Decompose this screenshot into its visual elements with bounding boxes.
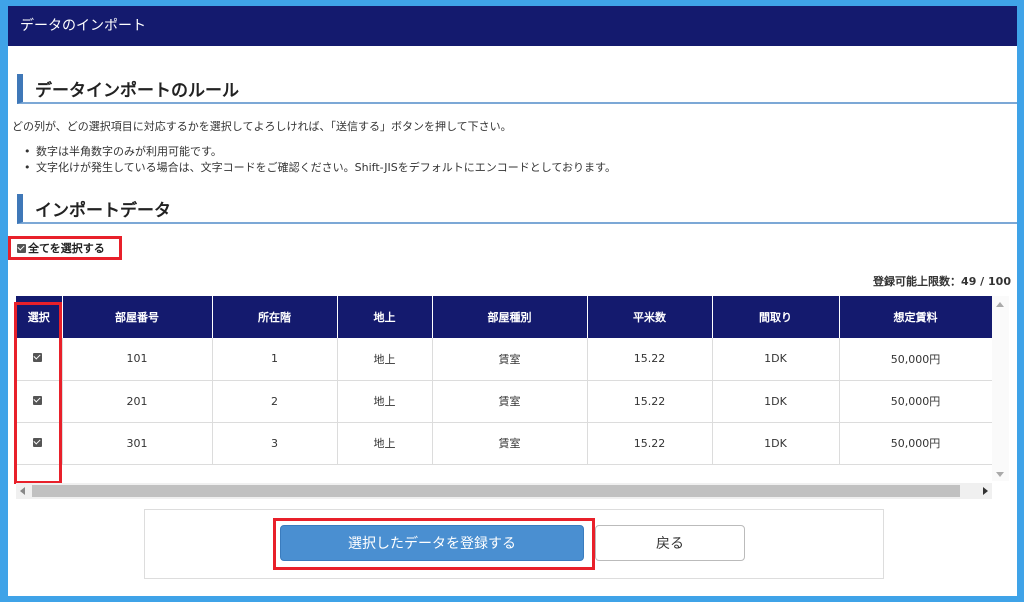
cell-area: 15.22: [587, 338, 713, 381]
rules-intro: どの列が、どの選択項目に対応するかを選択してよろしければ、「送信する」ボタンを押…: [12, 120, 512, 133]
cell-floor: 1: [212, 338, 338, 381]
table-header-row: 選択 部屋番号 所在階 地上 部屋種別 平米数 間取り 想定賃料: [16, 296, 992, 338]
column-header-layout: 間取り: [712, 296, 840, 338]
cell-ground: 地上: [337, 422, 433, 465]
cell-rent: 50,000円: [839, 338, 992, 381]
rules-list-item: 数字は半角数字のみが利用可能です。: [24, 144, 616, 160]
vertical-scrollbar[interactable]: [992, 296, 1009, 481]
horizontal-scrollbar[interactable]: [16, 483, 992, 499]
scroll-down-icon[interactable]: [996, 472, 1004, 477]
rules-list-item: 文字化けが発生している場合は、文字コードをご確認ください。Shift-JISをデ…: [24, 160, 616, 176]
import-table-container: 選択 部屋番号 所在階 地上 部屋種別 平米数 間取り 想定賃料 101 1 地…: [16, 296, 992, 483]
checkbox-checked-icon[interactable]: [33, 437, 43, 447]
cell-rent: 50,000円: [839, 422, 992, 465]
column-header-ground: 地上: [337, 296, 433, 338]
row-select-cell[interactable]: [16, 380, 63, 423]
table-row: 101 1 地上 賃室 15.22 1DK 50,000円: [16, 338, 992, 381]
scrollbar-thumb[interactable]: [32, 485, 960, 497]
column-header-area: 平米数: [587, 296, 713, 338]
cell-room-number: 101: [62, 338, 213, 381]
cell-ground: 地上: [337, 338, 433, 381]
import-window: データのインポート データインポートのルール どの列が、どの選択項目に対応するか…: [8, 6, 1017, 596]
rules-list: 数字は半角数字のみが利用可能です。 文字化けが発生している場合は、文字コードをご…: [24, 144, 616, 176]
select-all-label: 全てを選択する: [28, 242, 105, 255]
action-panel: 選択したデータを登録する 戻る: [144, 509, 884, 579]
table-row: 301 3 地上 賃室 15.22 1DK 50,000円: [16, 422, 992, 465]
row-select-cell[interactable]: [16, 422, 63, 465]
import-heading-text: インポートデータ: [35, 201, 171, 221]
cell-ground: 地上: [337, 380, 433, 423]
checkbox-checked-icon[interactable]: [17, 243, 26, 253]
cell-rent: 50,000円: [839, 380, 992, 423]
registration-limit: 登録可能上限数：49 / 100: [873, 275, 1011, 288]
column-header-rent: 想定賃料: [839, 296, 992, 338]
row-select-cell[interactable]: [16, 338, 63, 381]
rules-section-heading: データインポートのルール: [17, 74, 1017, 104]
column-header-select: 選択: [16, 296, 63, 338]
register-selected-button[interactable]: 選択したデータを登録する: [280, 525, 584, 561]
back-button[interactable]: 戻る: [595, 525, 745, 561]
cell-room-number: 301: [62, 422, 213, 465]
checkbox-checked-icon[interactable]: [33, 353, 43, 363]
cell-area: 15.22: [587, 422, 713, 465]
column-header-room-number: 部屋番号: [62, 296, 213, 338]
cell-floor: 2: [212, 380, 338, 423]
import-table: 選択 部屋番号 所在階 地上 部屋種別 平米数 間取り 想定賃料 101 1 地…: [16, 296, 992, 465]
cell-layout: 1DK: [712, 422, 840, 465]
cell-floor: 3: [212, 422, 338, 465]
page-title: データのインポート: [8, 6, 1017, 46]
rules-heading-text: データインポートのルール: [35, 81, 239, 101]
cell-layout: 1DK: [712, 380, 840, 423]
cell-layout: 1DK: [712, 338, 840, 381]
scroll-up-icon[interactable]: [996, 302, 1004, 307]
import-section-heading: インポートデータ: [17, 194, 1017, 224]
checkbox-checked-icon[interactable]: [33, 395, 43, 405]
scroll-left-icon[interactable]: [20, 487, 25, 495]
cell-room-type: 賃室: [432, 338, 588, 381]
column-header-room-type: 部屋種別: [432, 296, 588, 338]
cell-room-number: 201: [62, 380, 213, 423]
scroll-right-icon[interactable]: [983, 487, 988, 495]
cell-room-type: 賃室: [432, 422, 588, 465]
column-header-floor: 所在階: [212, 296, 338, 338]
select-all-checkbox[interactable]: 全てを選択する: [8, 236, 122, 260]
table-row: 201 2 地上 賃室 15.22 1DK 50,000円: [16, 380, 992, 423]
cell-room-type: 賃室: [432, 380, 588, 423]
cell-area: 15.22: [587, 380, 713, 423]
